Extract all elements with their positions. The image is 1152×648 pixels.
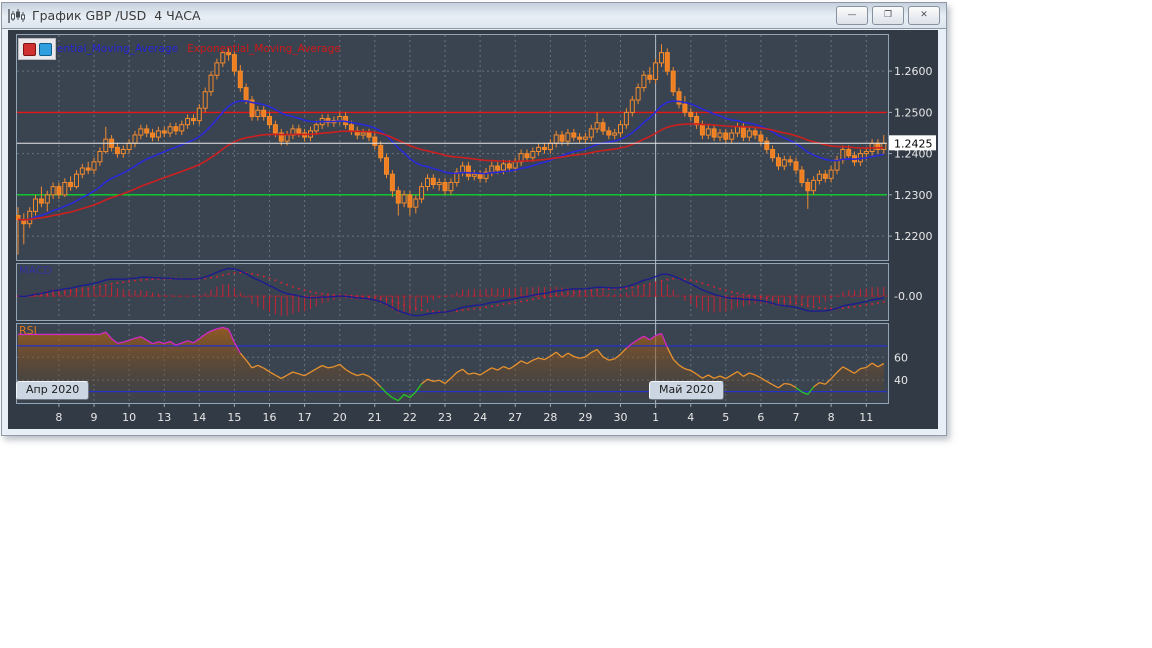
legend-ema-blue: ential_Moving_Average xyxy=(57,43,179,55)
window-titlebar[interactable]: График GBP /USD 4 ЧАСА — ❐ ✕ xyxy=(2,3,946,29)
macd-panel-label: MACD xyxy=(19,264,52,277)
date-label: 29 xyxy=(578,411,592,424)
date-label: 24 xyxy=(473,411,487,424)
desktop: График GBP /USD 4 ЧАСА — ❐ ✕ 1.2600 1.250… xyxy=(0,0,1152,648)
svg-text:1.2425: 1.2425 xyxy=(894,137,933,150)
restore-button[interactable]: ❐ xyxy=(872,6,904,25)
main-panel xyxy=(16,34,889,261)
date-label: 5 xyxy=(722,411,729,424)
date-label: 6 xyxy=(757,411,764,424)
close-button[interactable]: ✕ xyxy=(908,6,940,25)
time-axis: 8 9 10 13 14 15 16 17 20 21 22 23 24 27 28 29 30 1 4 5 6 7 8 11 xyxy=(55,403,873,424)
date-label: 28 xyxy=(543,411,557,424)
date-label: 8 xyxy=(828,411,835,424)
blue-swatch-icon xyxy=(38,42,52,56)
date-label: 20 xyxy=(333,411,347,424)
price-axis: 1.26001.25001.24001.23001.22001.2425-0.0… xyxy=(888,65,936,387)
date-label: 13 xyxy=(157,411,171,424)
date-label: 10 xyxy=(122,411,136,424)
macd-panel xyxy=(16,263,889,321)
date-label: 7 xyxy=(793,411,800,424)
minimize-button[interactable]: — xyxy=(836,6,868,25)
svg-text:-0.00: -0.00 xyxy=(894,290,922,303)
candlestick-chart-icon xyxy=(8,8,25,23)
rsi-panel-label: RSI xyxy=(19,324,37,337)
svg-text:1.2500: 1.2500 xyxy=(894,106,933,119)
legend-ema-red: Exponential_Moving_Average xyxy=(187,43,341,55)
date-label: 27 xyxy=(508,411,522,424)
legend-swatch-box xyxy=(18,38,56,60)
indicator-legend: ential_Moving_Average Exponential_Moving… xyxy=(18,38,341,60)
chart-canvas: 1.26001.25001.24001.23001.22001.2425-0.0… xyxy=(16,34,936,424)
chart-window: График GBP /USD 4 ЧАСА — ❐ ✕ 1.2600 1.250… xyxy=(1,2,947,436)
date-label: 23 xyxy=(438,411,452,424)
svg-text:60: 60 xyxy=(894,351,908,364)
date-label: 1 xyxy=(652,411,659,424)
date-label: 15 xyxy=(227,411,241,424)
red-swatch-icon xyxy=(22,42,36,56)
date-label: 11 xyxy=(859,411,873,424)
svg-text:1.2300: 1.2300 xyxy=(894,189,933,202)
date-label: 22 xyxy=(403,411,417,424)
date-label: 8 xyxy=(55,411,62,424)
date-label: 14 xyxy=(192,411,206,424)
date-label: 30 xyxy=(614,411,628,424)
window-title: График GBP /USD 4 ЧАСА xyxy=(32,8,201,23)
chart-client-area: 1.2600 1.2500 1.2400 1.2300 1.2200 1.2425 -0.0… xyxy=(8,30,938,429)
svg-text:1.2600: 1.2600 xyxy=(894,65,933,78)
date-label: 16 xyxy=(263,411,277,424)
window-controls: — ❐ ✕ xyxy=(836,6,940,25)
date-label: 21 xyxy=(368,411,382,424)
month-label-may: Май 2020 xyxy=(649,381,724,400)
date-label: 17 xyxy=(298,411,312,424)
svg-text:40: 40 xyxy=(894,374,908,387)
month-label-april: Апр 2020 xyxy=(16,381,90,400)
date-label: 9 xyxy=(91,411,98,424)
svg-text:1.2200: 1.2200 xyxy=(894,230,933,243)
date-label: 4 xyxy=(687,411,694,424)
